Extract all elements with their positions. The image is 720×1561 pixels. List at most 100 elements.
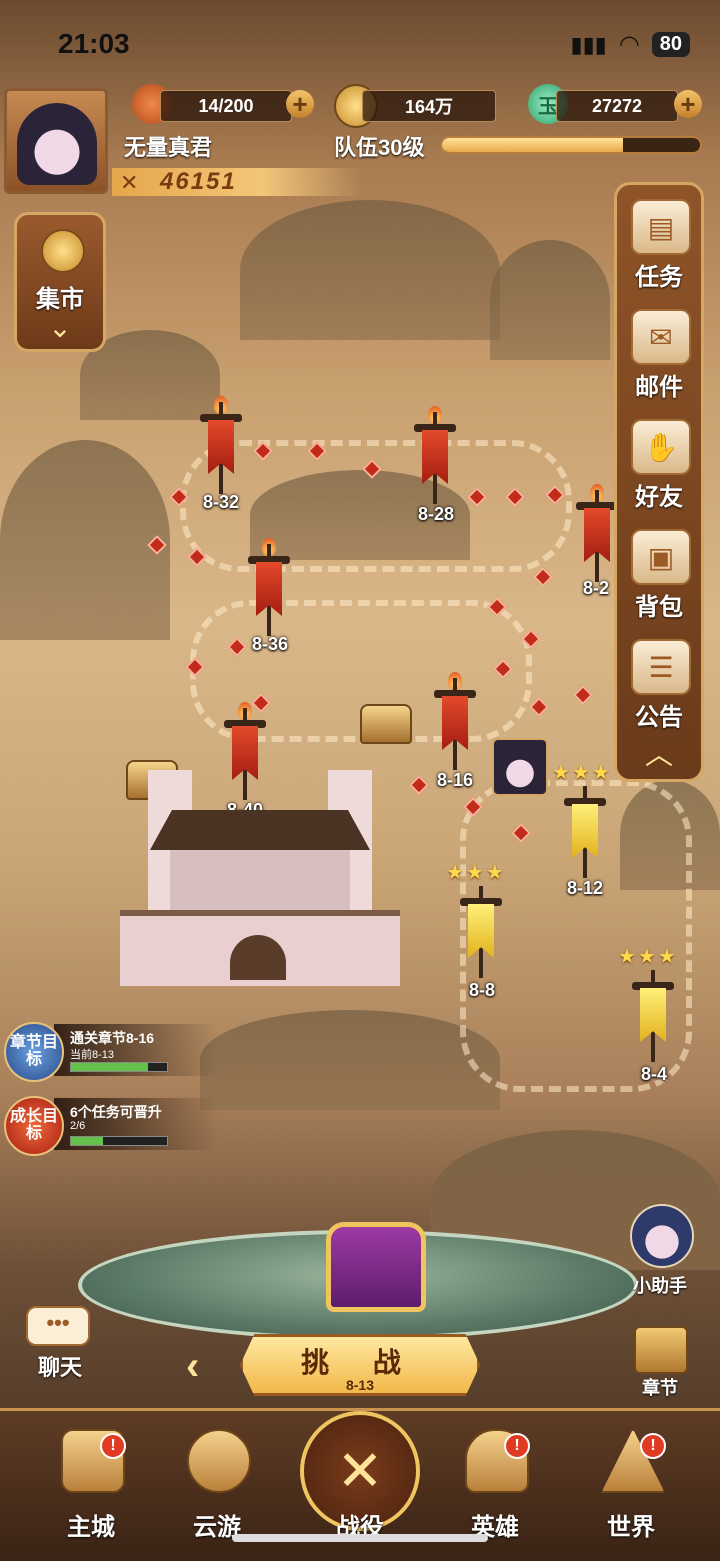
signal-icon: ▮▮▮ — [570, 31, 607, 57]
goal-body: 6个任务可晋升 2/6 — [54, 1098, 218, 1150]
stage-flag-8-32[interactable] — [198, 396, 244, 494]
goal-subtitle: 2/6 — [70, 1120, 86, 1132]
growth-goal[interactable]: 6个任务可晋升 2/6 成长目标 — [4, 1096, 224, 1156]
menu-label: 背包 — [635, 594, 683, 621]
menu-label: 任务 — [635, 264, 683, 291]
menu-item-mail[interactable]: ✉ 邮件 — [617, 301, 701, 411]
market-label: 集市 — [36, 286, 84, 313]
chat-button[interactable]: ••• 聊天 — [20, 1302, 100, 1380]
nav-world[interactable]: ! 世界 — [576, 1411, 686, 1561]
chapter-goal[interactable]: 通关章节8-16 当前8-13 章节目标 — [4, 1022, 224, 1082]
alert-badge: ! — [100, 1433, 126, 1459]
right-side-menu: ▤ 任务 ✉ 邮件 ✋ 好友 ▣ 背包 ☰ 公告 ︿ — [614, 182, 704, 782]
goal-body: 通关章节8-16 当前8-13 — [54, 1024, 218, 1076]
helper-button[interactable]: 小助手 — [624, 1186, 696, 1296]
jade-value: 27272 — [556, 90, 678, 122]
map-treasure-chest[interactable] — [360, 704, 412, 744]
nav-label: 主城 — [67, 1514, 115, 1541]
castle-hall — [170, 850, 350, 910]
goal-progress-bar — [70, 1062, 168, 1072]
mountain-bg — [0, 440, 170, 640]
growth-goal-badge: 成长目标 — [4, 1096, 64, 1156]
gourd-icon — [187, 1429, 251, 1493]
stage-label: 8-32 — [202, 492, 240, 512]
power-strip — [112, 168, 362, 196]
reward-chest[interactable] — [326, 1222, 426, 1312]
stage-stars: ★★★ — [618, 946, 678, 968]
chevron-up-icon[interactable]: ︿ — [641, 733, 677, 770]
stage-flag-8-28[interactable] — [412, 406, 458, 504]
status-bar: 21:03 ▮▮▮ ◠ 80 — [0, 0, 720, 88]
back-arrow-icon[interactable]: ‹ — [186, 1344, 199, 1389]
goal-progress-bar — [70, 1136, 168, 1146]
chapter-button[interactable]: 章节 — [628, 1322, 692, 1402]
handshake-icon: ✋ — [631, 419, 691, 475]
stage-flag-8-36[interactable] — [246, 538, 292, 636]
alert-badge: ! — [504, 1433, 530, 1459]
status-time: 21:03 — [58, 28, 130, 59]
path-node — [529, 697, 549, 717]
nav-main-city[interactable]: ! 主城 — [36, 1411, 146, 1561]
stage-label: 8-4 — [640, 1064, 667, 1084]
combat-power: 46151 — [160, 168, 237, 195]
nav-battle[interactable]: ✕ 战役 — [290, 1405, 430, 1555]
coin-icon — [41, 229, 85, 273]
stage-stars: ★★★ — [552, 762, 612, 784]
menu-item-tasks[interactable]: ▤ 任务 — [617, 191, 701, 301]
menu-label: 邮件 — [635, 374, 683, 401]
team-level: 队伍30级 — [334, 135, 425, 160]
avatar-image — [17, 103, 97, 185]
stage-label: 8-12 — [566, 878, 604, 898]
menu-item-bag[interactable]: ▣ 背包 — [617, 521, 701, 631]
status-icons: ▮▮▮ ◠ 80 — [570, 30, 690, 59]
mountain-bg — [240, 200, 500, 340]
stage-flag-8-4[interactable] — [630, 970, 676, 1062]
mountain-bg — [200, 1010, 500, 1110]
wifi-icon: ◠ — [618, 31, 640, 58]
crossed-swords-icon: ✕ — [120, 170, 139, 195]
goal-progress-fill — [71, 1137, 103, 1145]
stage-label: 8-8 — [468, 980, 495, 1000]
chevron-down-icon[interactable]: ⌄ — [45, 311, 75, 343]
chapter-scroll-icon — [634, 1326, 688, 1374]
chat-label: 聊天 — [37, 1355, 82, 1380]
goal-title: 通关章节8-16 — [70, 1030, 155, 1046]
menu-item-notice[interactable]: ☰ 公告 — [617, 631, 701, 741]
castle — [110, 760, 410, 986]
market-button[interactable]: 集市 ⌄ — [14, 212, 106, 352]
helper-label: 小助手 — [633, 1276, 687, 1296]
player-position-marker — [492, 738, 548, 796]
add-jade-button[interactable]: + — [674, 90, 702, 118]
stage-label: 8-16 — [436, 770, 474, 790]
alert-badge: ! — [640, 1433, 666, 1459]
stage-flag-8-16[interactable] — [432, 672, 478, 770]
stamina-value: 14/200 — [160, 90, 292, 122]
chapter-label: 章节 — [642, 1378, 678, 1398]
scroll-icon: ▤ — [631, 199, 691, 255]
stage-flag-8-12[interactable] — [562, 786, 608, 878]
player-name: 无量真君 — [124, 135, 213, 160]
helper-avatar-icon — [630, 1204, 694, 1268]
stage-flag-8-8[interactable] — [458, 886, 504, 978]
player-avatar[interactable] — [4, 88, 108, 194]
castle-roof — [150, 810, 370, 850]
mountain-bg — [490, 240, 610, 360]
challenge-button[interactable]: 挑 战 8-13 — [240, 1334, 480, 1396]
goal-title: 6个任务可晋升 — [70, 1104, 162, 1120]
goal-progress-fill — [71, 1063, 148, 1071]
add-stamina-button[interactable]: + — [286, 90, 314, 118]
nav-label: 世界 — [607, 1514, 655, 1541]
stage-stars: ★★★ — [446, 862, 506, 884]
menu-item-friends[interactable]: ✋ 好友 — [617, 411, 701, 521]
notice-icon: ☰ — [631, 639, 691, 695]
challenge-label: 挑 战 — [301, 1347, 419, 1378]
goal-subtitle: 当前8-13 — [70, 1049, 115, 1061]
menu-label: 公告 — [635, 704, 683, 731]
challenge-stage: 8-13 — [345, 1377, 375, 1393]
coins-value: 164万 — [362, 90, 496, 122]
stage-label: 8-36 — [251, 634, 289, 654]
chapter-goal-badge: 章节目标 — [4, 1022, 64, 1082]
chat-bubble-icon: ••• — [26, 1306, 90, 1346]
path-node — [533, 567, 553, 587]
team-xp-fill — [442, 138, 623, 152]
